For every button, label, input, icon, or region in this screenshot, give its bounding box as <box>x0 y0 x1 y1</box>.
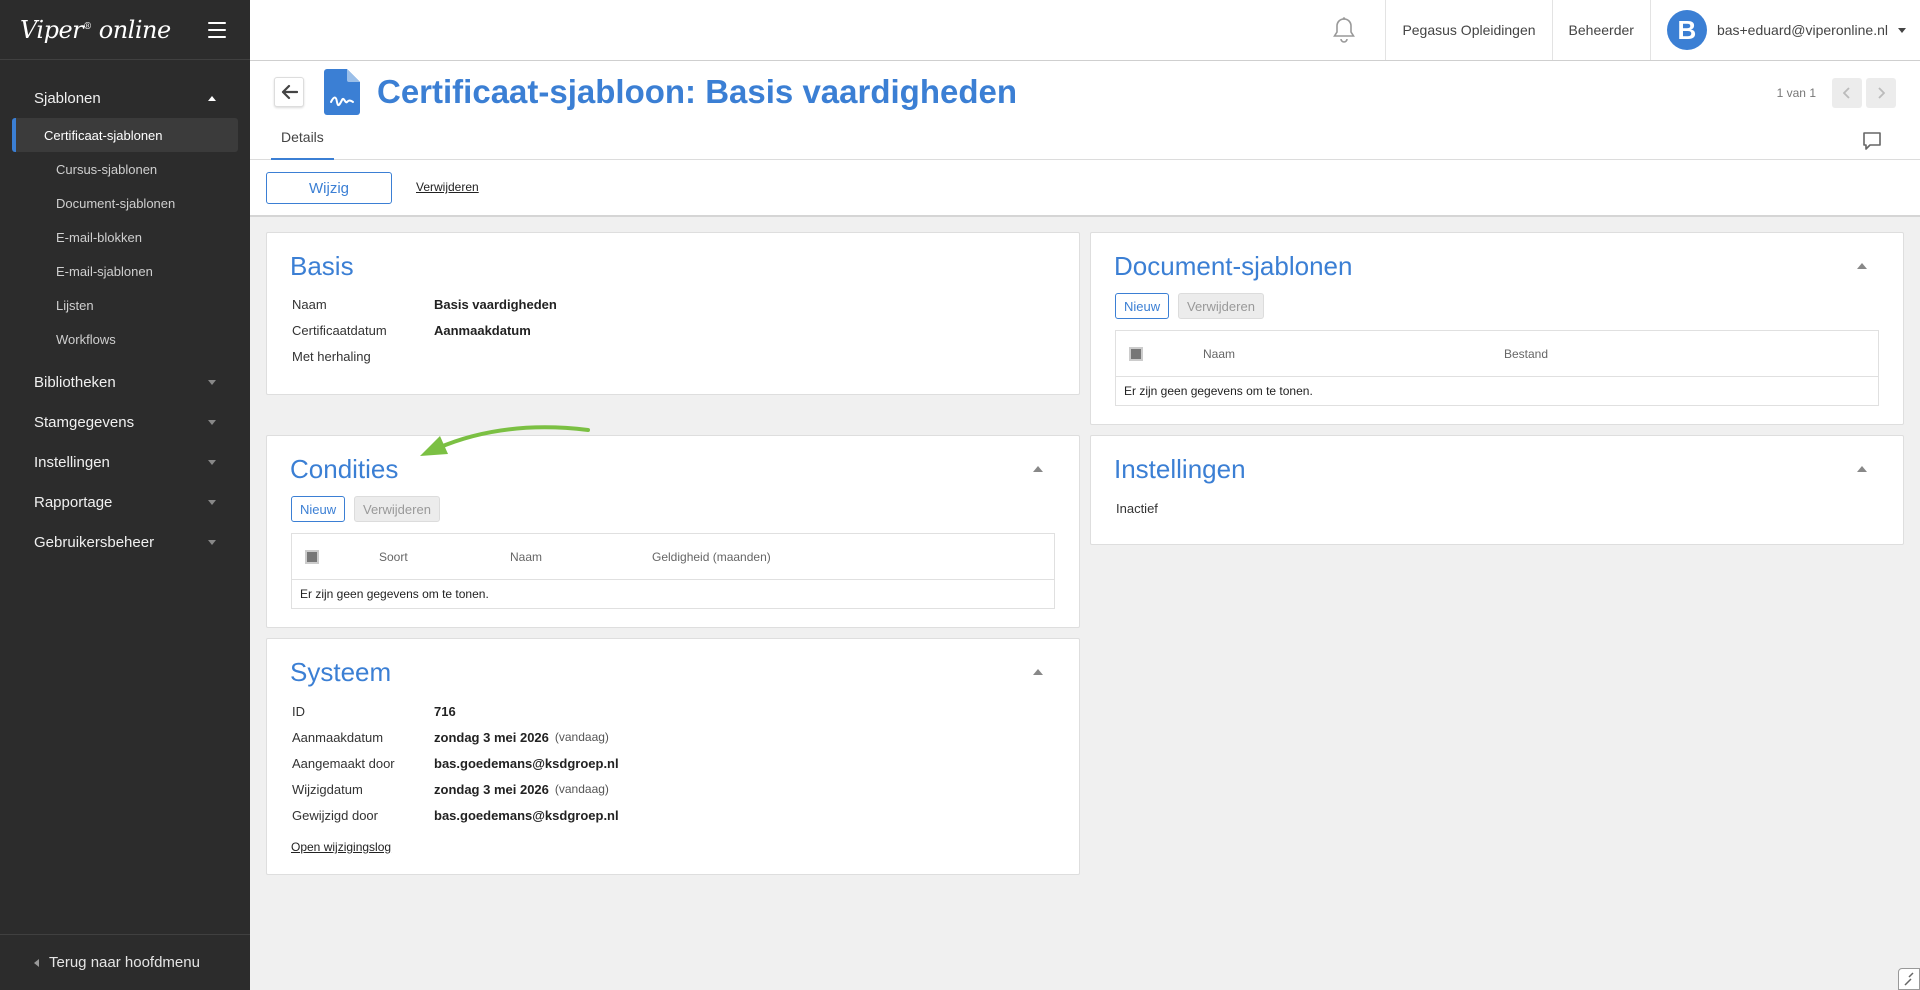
open-change-log-link[interactable]: Open wijzigingslog <box>291 840 391 854</box>
sidebar-item-document-sjablonen[interactable]: Document-sjablonen <box>12 186 238 220</box>
next-record-button[interactable] <box>1866 78 1896 108</box>
sidebar-group-sjablonen[interactable]: Sjablonen <box>0 78 250 118</box>
systeem-row-id: ID 716 <box>292 704 456 719</box>
user-email: bas+eduard@viperonline.nl <box>1716 22 1888 38</box>
comment-icon[interactable] <box>1862 131 1882 151</box>
systeem-card: Systeem ID 716 Aanmaakdatum zondag 3 mei 2… <box>266 638 1080 875</box>
chevron-down-icon <box>1898 27 1906 33</box>
basis-row-certificaatdatum: Certificaatdatum Aanmaakdatum <box>292 323 531 338</box>
systeem-title: Systeem <box>290 657 392 687</box>
chevron-left-icon <box>1843 87 1850 99</box>
collapse-icon[interactable] <box>1857 263 1867 269</box>
caret-down-icon <box>208 459 216 465</box>
systeem-row-aangemaakt-door: Aangemaakt door bas.goedemans@ksdgroep.nl <box>292 756 619 771</box>
sidebar-nav: Sjablonen Certificaat-sjablonen Cursus-s… <box>0 60 250 562</box>
notifications-button[interactable] <box>1303 0 1385 60</box>
user-menu[interactable]: B bas+eduard@viperonline.nl <box>1649 0 1920 60</box>
sidebar: Viper® online Sjablonen Certificaat-sjab… <box>0 0 250 990</box>
pager-count: 1 van 1 <box>1776 86 1816 100</box>
column-naam[interactable]: Naam <box>1203 347 1235 361</box>
tab-details[interactable]: Details <box>271 129 334 160</box>
new-condition-button[interactable]: Nieuw <box>291 496 346 522</box>
instellingen-title: Instellingen <box>1114 454 1246 484</box>
delete-condition-button: Verwijderen <box>354 496 440 522</box>
basis-card: Basis Naam Basis vaardigheden Certificaat… <box>266 232 1080 395</box>
role-switcher[interactable]: Beheerder <box>1551 0 1650 60</box>
table-header: Naam Bestand <box>1116 331 1878 377</box>
select-all-checkbox[interactable] <box>1129 347 1143 361</box>
page-header: Certificaat-sjabloon: Basis vaardigheden… <box>250 61 1920 160</box>
column-soort[interactable]: Soort <box>379 550 408 564</box>
caret-down-icon <box>208 499 216 505</box>
column-bestand[interactable]: Bestand <box>1504 347 1548 361</box>
systeem-row-wijzigdatum: Wijzigdatum zondag 3 mei 2026 (vandaag) <box>292 782 609 797</box>
annotation-arrow <box>420 425 590 456</box>
organisation-switcher[interactable]: Pegasus Opleidingen <box>1385 0 1551 60</box>
delete-link[interactable]: Verwijderen <box>416 180 479 194</box>
sidebar-group-gebruikersbeheer[interactable]: Gebruikersbeheer <box>0 522 250 562</box>
column-geldigheid[interactable]: Geldigheid (maanden) <box>652 550 771 564</box>
caret-left-icon <box>34 958 39 967</box>
caret-down-icon <box>208 379 216 385</box>
condities-table: Soort Naam Geldigheid (maanden) Er zijn … <box>291 533 1055 609</box>
basis-row-naam: Naam Basis vaardigheden <box>292 297 557 312</box>
collapse-icon[interactable] <box>1033 669 1043 675</box>
systeem-row-gewijzigd-door: Gewijzigd door bas.goedemans@ksdgroep.nl <box>292 808 619 823</box>
sidebar-item-e-mail-blokken[interactable]: E-mail-blokken <box>12 220 238 254</box>
page-title: Certificaat-sjabloon: Basis vaardigheden <box>377 73 1018 110</box>
resize-handle-icon[interactable] <box>1898 968 1920 990</box>
arrow-left-icon <box>281 84 298 100</box>
basis-title: Basis <box>290 251 354 281</box>
back-button[interactable] <box>274 77 304 107</box>
collapse-icon[interactable] <box>1033 466 1043 472</box>
edit-button[interactable]: Wijzig <box>266 172 392 204</box>
document-sjablonen-card: Document-sjablonen Nieuw Verwijderen Naa… <box>1090 232 1904 425</box>
systeem-row-aanmaakdatum: Aanmaakdatum zondag 3 mei 2026 (vandaag) <box>292 730 609 745</box>
new-document-button[interactable]: Nieuw <box>1115 293 1170 319</box>
record-pager: 1 van 1 <box>1777 78 1896 108</box>
sidebar-group-stamgegevens[interactable]: Stamgegevens <box>0 402 250 442</box>
action-bar: Wijzig Verwijderen <box>250 160 1920 217</box>
empty-message: Er zijn geen gegevens om te tonen. <box>300 587 489 601</box>
app-logo[interactable]: Viper® online <box>20 16 171 44</box>
bell-icon <box>1333 17 1356 43</box>
chevron-right-icon <box>1878 87 1885 99</box>
table-header: Soort Naam Geldigheid (maanden) <box>292 534 1054 580</box>
menu-toggle-icon[interactable] <box>208 21 226 38</box>
collapse-icon[interactable] <box>1857 466 1867 472</box>
caret-down-icon <box>208 539 216 545</box>
document-sjablonen-title: Document-sjablonen <box>1114 251 1353 281</box>
sidebar-item-certificaat-sjablonen[interactable]: Certificaat-sjablonen <box>12 118 238 152</box>
empty-message: Er zijn geen gegevens om te tonen. <box>1124 384 1313 398</box>
sidebar-group-instellingen[interactable]: Instellingen <box>0 442 250 482</box>
sidebar-group-bibliotheken[interactable]: Bibliotheken <box>0 362 250 402</box>
sidebar-header: Viper® online <box>0 0 250 60</box>
previous-record-button[interactable] <box>1832 78 1862 108</box>
documenten-table: Naam Bestand Er zijn geen gegevens om te… <box>1115 330 1879 406</box>
select-all-checkbox[interactable] <box>305 550 319 564</box>
avatar: B <box>1666 10 1707 50</box>
condities-card: Condities Nieuw Verwijderen Soort Naam G… <box>266 435 1080 628</box>
sidebar-item-lijsten[interactable]: Lijsten <box>12 288 238 322</box>
caret-down-icon <box>208 419 216 425</box>
condities-title: Condities <box>290 454 399 484</box>
top-bar: Pegasus Opleidingen Beheerder B bas+edua… <box>250 0 1920 61</box>
sidebar-group-label: Sjablonen <box>34 89 101 107</box>
wrench-icon <box>1904 972 1914 986</box>
column-naam[interactable]: Naam <box>510 550 542 564</box>
back-to-main-menu[interactable]: Terug naar hoofdmenu <box>0 934 250 990</box>
caret-up-icon <box>208 95 216 101</box>
certificate-document-icon <box>324 69 360 115</box>
instellingen-card: Instellingen Inactief <box>1090 435 1904 545</box>
sidebar-group-rapportage[interactable]: Rapportage <box>0 482 250 522</box>
sidebar-item-e-mail-sjablonen[interactable]: E-mail-sjablonen <box>12 254 238 288</box>
instellingen-status: Inactief <box>1116 501 1158 516</box>
sidebar-item-cursus-sjablonen[interactable]: Cursus-sjablonen <box>12 152 238 186</box>
delete-document-button: Verwijderen <box>1178 293 1264 319</box>
basis-row-met-herhaling: Met herhaling <box>292 349 371 364</box>
sidebar-item-workflows[interactable]: Workflows <box>12 322 238 356</box>
